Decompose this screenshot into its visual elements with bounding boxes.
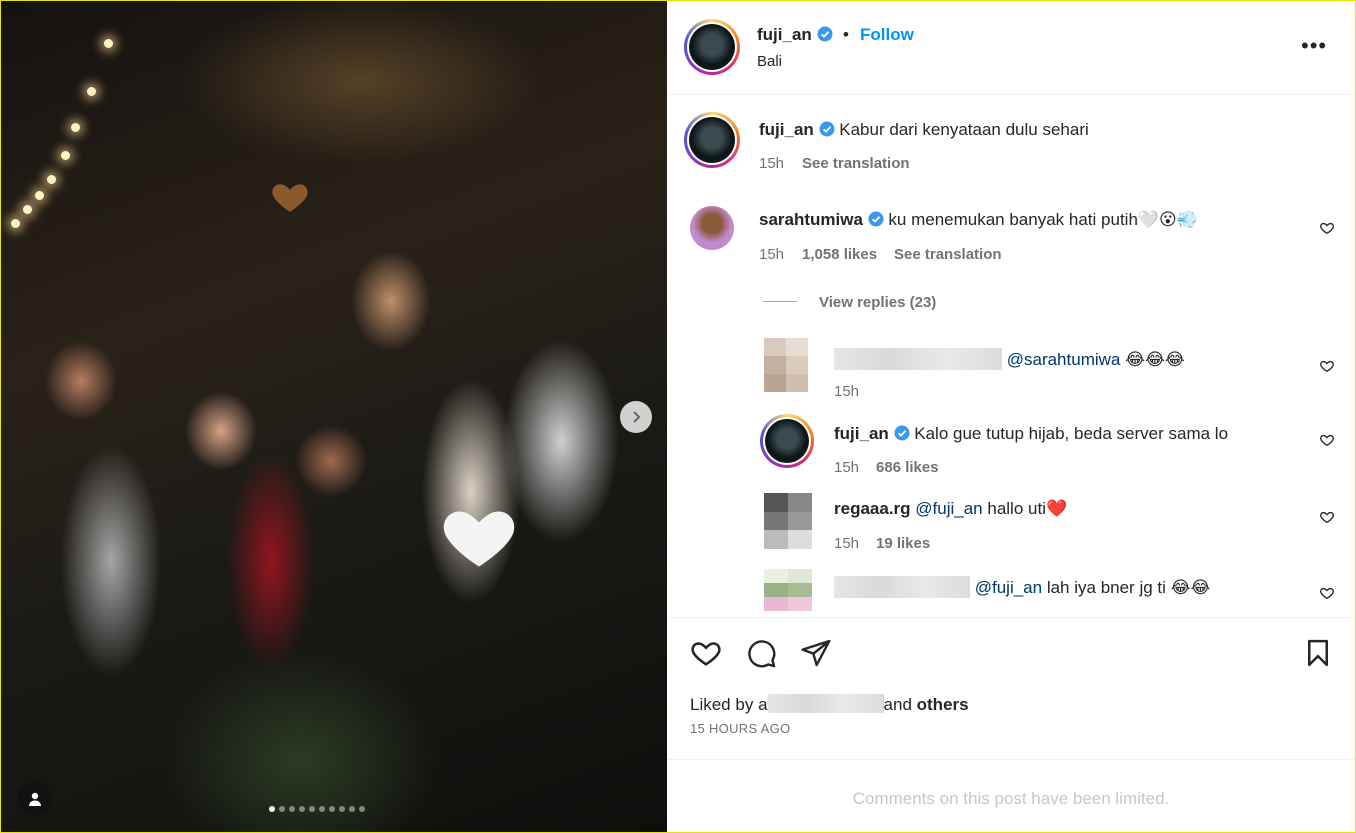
reply-likes[interactable]: 19 likes: [876, 535, 930, 552]
caption-body: Kabur dari kenyataan dulu sehari: [839, 120, 1089, 139]
reply-time[interactable]: 15h: [834, 383, 859, 400]
string-light: [61, 151, 70, 160]
carousel-dot: [299, 806, 305, 812]
caption-see-translation[interactable]: See translation: [802, 155, 910, 172]
verified-badge-icon: [868, 211, 884, 227]
blurred-avatar[interactable]: [764, 493, 812, 549]
caption-author-avatar[interactable]: [684, 112, 740, 168]
string-light: [35, 191, 44, 200]
like-reply-heart-icon[interactable]: [1319, 432, 1335, 448]
like-reply-heart-icon[interactable]: [1319, 509, 1335, 525]
post-photo[interactable]: [1, 1, 667, 832]
blurred-avatar[interactable]: [764, 338, 808, 392]
actions-divider: [667, 617, 1355, 618]
reply-likes[interactable]: 686 likes: [876, 459, 939, 476]
string-light: [23, 205, 32, 214]
liked-by-summary: Liked by a and others: [690, 694, 969, 715]
blurred-username: [834, 576, 970, 598]
carousel-dot: [329, 806, 335, 812]
author-username-text[interactable]: fuji_an: [757, 25, 812, 44]
author-avatar[interactable]: [684, 19, 740, 75]
carousel-indicator: [269, 806, 365, 812]
reply-text: fuji_an Kalo gue tutup hijab, beda serve…: [834, 424, 1228, 444]
reply-mention[interactable]: @fuji_an: [975, 578, 1042, 597]
verified-badge-icon: [894, 425, 910, 441]
caption-time[interactable]: 15h: [759, 155, 784, 172]
caption-text: fuji_an Kabur dari kenyataan dulu sehari: [759, 120, 1089, 140]
reply-body: lah iya bner jg ti 😂😂: [1046, 578, 1211, 597]
save-bookmark-icon[interactable]: [1303, 637, 1333, 669]
post-location[interactable]: Bali: [757, 53, 782, 70]
verified-badge-icon: [817, 26, 833, 42]
carousel-dot: [339, 806, 345, 812]
carousel-dot: [289, 806, 295, 812]
carousel-dot: [349, 806, 355, 812]
like-reply-heart-icon[interactable]: [1319, 585, 1335, 601]
chevron-right-icon: [633, 411, 641, 423]
liked-by-and: and: [883, 695, 912, 714]
tagged-users-button[interactable]: [18, 782, 52, 816]
reply-text: @fuji_an lah iya bner jg ti 😂😂: [834, 576, 1210, 598]
post-header: fuji_an • Follow Bali •••: [667, 1, 1355, 95]
comments-limited-notice: Comments on this post have been limited.: [852, 789, 1170, 808]
carousel-dot: [309, 806, 315, 812]
post-side-panel: fuji_an • Follow Bali ••• fuji_an Kabur …: [667, 1, 1355, 832]
liked-by-prefix: Liked by: [690, 695, 754, 714]
footer-divider: [667, 759, 1355, 760]
blurred-username: [834, 348, 1002, 370]
post-timestamp[interactable]: 15 HOURS AGO: [690, 721, 790, 736]
comment-see-translation[interactable]: See translation: [894, 246, 1002, 263]
comment-text: sarahtumiwa ku menemukan banyak hati put…: [759, 210, 1198, 230]
string-light: [47, 175, 56, 184]
carousel-dot: [269, 806, 275, 812]
reply-body: hallo uti❤️: [987, 499, 1068, 518]
carousel-dot: [319, 806, 325, 812]
like-comment-heart-icon[interactable]: [1319, 220, 1335, 236]
blurred-liker-name: [767, 694, 884, 713]
liked-by-others-link[interactable]: others: [917, 695, 969, 714]
reply-username[interactable]: fuji_an: [834, 424, 889, 443]
blurred-avatar[interactable]: [764, 569, 812, 611]
reply-mention[interactable]: @fuji_an: [915, 499, 982, 518]
reply-author-avatar[interactable]: [760, 414, 814, 468]
liked-by-partial[interactable]: a: [758, 695, 767, 714]
reply-username[interactable]: regaaa.rg: [834, 499, 911, 518]
share-paper-plane-icon[interactable]: [800, 637, 832, 669]
view-replies-button[interactable]: View replies (23): [819, 294, 936, 311]
reply-body: 😂😂😂: [1125, 350, 1185, 369]
comment-time[interactable]: 15h: [759, 246, 784, 263]
user-icon: [29, 792, 41, 806]
reply-text: regaaa.rg @fuji_an hallo uti❤️: [834, 499, 1067, 519]
more-options-button[interactable]: •••: [1301, 33, 1327, 59]
commenter-avatar[interactable]: [690, 206, 734, 250]
white-heart-sticker-icon: [443, 511, 515, 567]
comment-likes[interactable]: 1,058 likes: [802, 246, 877, 263]
replies-divider: [763, 301, 797, 302]
author-username[interactable]: fuji_an: [757, 25, 833, 45]
reply-text: @sarahtumiwa 😂😂😂: [834, 348, 1185, 370]
string-light: [104, 39, 113, 48]
verified-badge-icon: [819, 121, 835, 137]
caption-username[interactable]: fuji_an: [759, 120, 814, 139]
carousel-dot: [279, 806, 285, 812]
like-reply-heart-icon[interactable]: [1319, 358, 1335, 374]
brown-heart-sticker-icon: [272, 184, 308, 212]
reply-time[interactable]: 15h: [834, 535, 859, 552]
string-light: [11, 219, 20, 228]
comment-body: ku menemukan banyak hati putih🤍😮💨: [888, 210, 1198, 229]
separator-dot: •: [843, 25, 849, 44]
follow-button[interactable]: Follow: [860, 25, 914, 45]
like-heart-icon[interactable]: [689, 636, 723, 670]
carousel-next-button[interactable]: [620, 401, 652, 433]
carousel-dot: [359, 806, 365, 812]
comment-username[interactable]: sarahtumiwa: [759, 210, 863, 229]
reply-body: Kalo gue tutup hijab, beda server sama l…: [914, 424, 1229, 443]
reply-mention[interactable]: @sarahtumiwa: [1007, 350, 1121, 369]
string-light: [71, 123, 80, 132]
reply-time[interactable]: 15h: [834, 459, 859, 476]
string-light: [87, 87, 96, 96]
comment-bubble-icon[interactable]: [745, 637, 777, 669]
